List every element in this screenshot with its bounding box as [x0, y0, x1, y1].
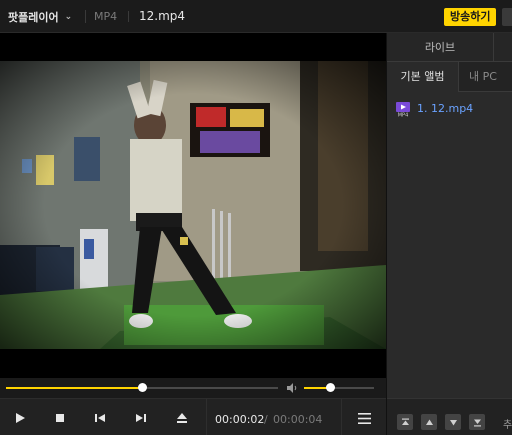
move-down-icon[interactable] [445, 414, 461, 430]
seek-bar-area [0, 378, 386, 398]
playlist: MP4 1. 12.mp4 [387, 93, 512, 398]
seek-handle[interactable] [138, 383, 147, 392]
window-button[interactable] [502, 8, 512, 26]
volume-handle[interactable] [326, 383, 335, 392]
app-menu-button[interactable]: 팟플레이어 ⌄ [8, 9, 72, 25]
divider [128, 11, 129, 22]
list-item[interactable]: MP4 1. 12.mp4 [387, 99, 512, 119]
tab-more[interactable] [493, 33, 512, 62]
seek-bar[interactable] [6, 383, 278, 392]
move-top-icon[interactable] [397, 414, 413, 430]
list-item-label: 1. 12.mp4 [417, 102, 474, 115]
volume-slider[interactable] [304, 383, 374, 392]
playback-controls: 00:00:02 / 00:00:04 [0, 398, 386, 435]
next-icon[interactable] [132, 409, 150, 427]
chevron-down-icon: ⌄ [64, 12, 73, 22]
play-icon[interactable] [11, 409, 29, 427]
mp4-file-icon: MP4 [396, 102, 410, 117]
total-time: 00:00:04 [273, 413, 323, 426]
previous-icon[interactable] [91, 409, 109, 427]
eject-icon[interactable] [173, 409, 191, 427]
album-tabs: 기본 앨범 내 PC [387, 62, 512, 92]
time-separator: / [264, 413, 268, 426]
move-bottom-icon[interactable] [469, 414, 485, 430]
menu-icon[interactable] [355, 409, 373, 427]
playlist-panel: 라이브 기본 앨범 내 PC MP4 1. 12.mp4 추 [386, 33, 512, 435]
seek-progress-fill [6, 387, 142, 389]
time-display: 00:00:02 / 00:00:04 [206, 399, 342, 435]
add-button[interactable]: 추 [503, 416, 512, 431]
tab-live[interactable]: 라이브 [387, 33, 493, 62]
stop-icon[interactable] [51, 409, 69, 427]
tab-basic-album[interactable]: 기본 앨범 [387, 62, 459, 92]
divider [85, 10, 86, 23]
title-bar: 팟플레이어 ⌄ MP4 12.mp4 방송하기 [0, 0, 512, 33]
current-time: 00:00:02 [215, 413, 265, 426]
video-frame [0, 61, 386, 349]
app-name: 팟플레이어 [8, 11, 59, 24]
svg-text:MP4: MP4 [398, 113, 409, 118]
playlist-toolbar: 추 [387, 398, 512, 435]
file-format: MP4 [94, 10, 118, 23]
broadcast-button[interactable]: 방송하기 [444, 8, 497, 26]
volume-icon[interactable] [286, 382, 298, 394]
tab-my-pc[interactable]: 내 PC [469, 62, 497, 92]
move-up-icon[interactable] [421, 414, 437, 430]
file-name: 12.mp4 [139, 9, 186, 23]
video-area[interactable] [0, 33, 386, 378]
